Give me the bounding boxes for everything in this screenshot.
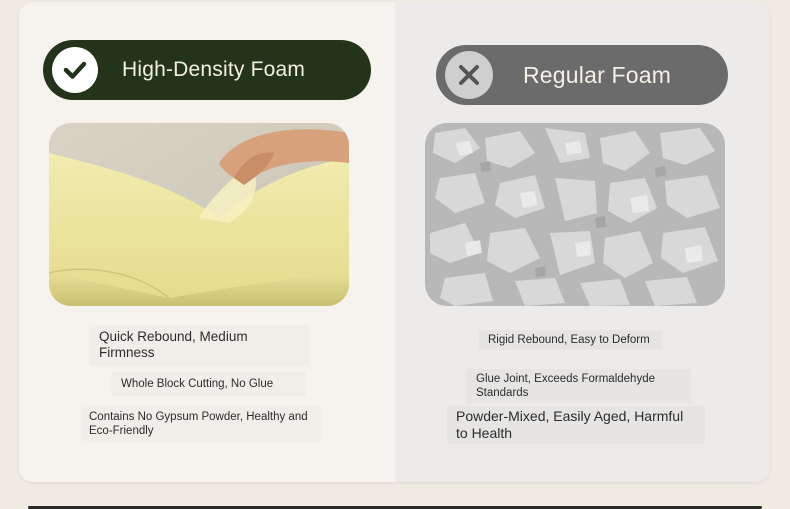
high-density-title: High-Density Foam — [122, 58, 306, 81]
feature-powder-mixed: Powder-Mixed, Easily Aged, Harmful to He… — [447, 406, 705, 445]
check-icon — [52, 47, 98, 93]
high-density-header: High-Density Foam — [43, 40, 371, 100]
feature-quick-rebound: Quick Rebound, Medium Firmness — [89, 325, 309, 366]
high-density-foam-photo — [49, 123, 349, 306]
feature-whole-block: Whole Block Cutting, No Glue — [111, 372, 306, 397]
regular-foam-title: Regular Foam — [523, 61, 672, 88]
feature-rigid-rebound: Rigid Rebound, Easy to Deform — [479, 330, 662, 351]
close-icon — [445, 51, 493, 99]
regular-foam-photo — [425, 123, 725, 306]
feature-no-gypsum: Contains No Gypsum Powder, Healthy and E… — [81, 407, 322, 442]
regular-foam-header: Regular Foam — [436, 45, 728, 105]
comparison-card: High-Density Foam Regular Foam Quick Reb… — [19, 2, 770, 482]
feature-glue-joint: Glue Joint, Exceeds Formaldehyde Standar… — [466, 369, 691, 404]
